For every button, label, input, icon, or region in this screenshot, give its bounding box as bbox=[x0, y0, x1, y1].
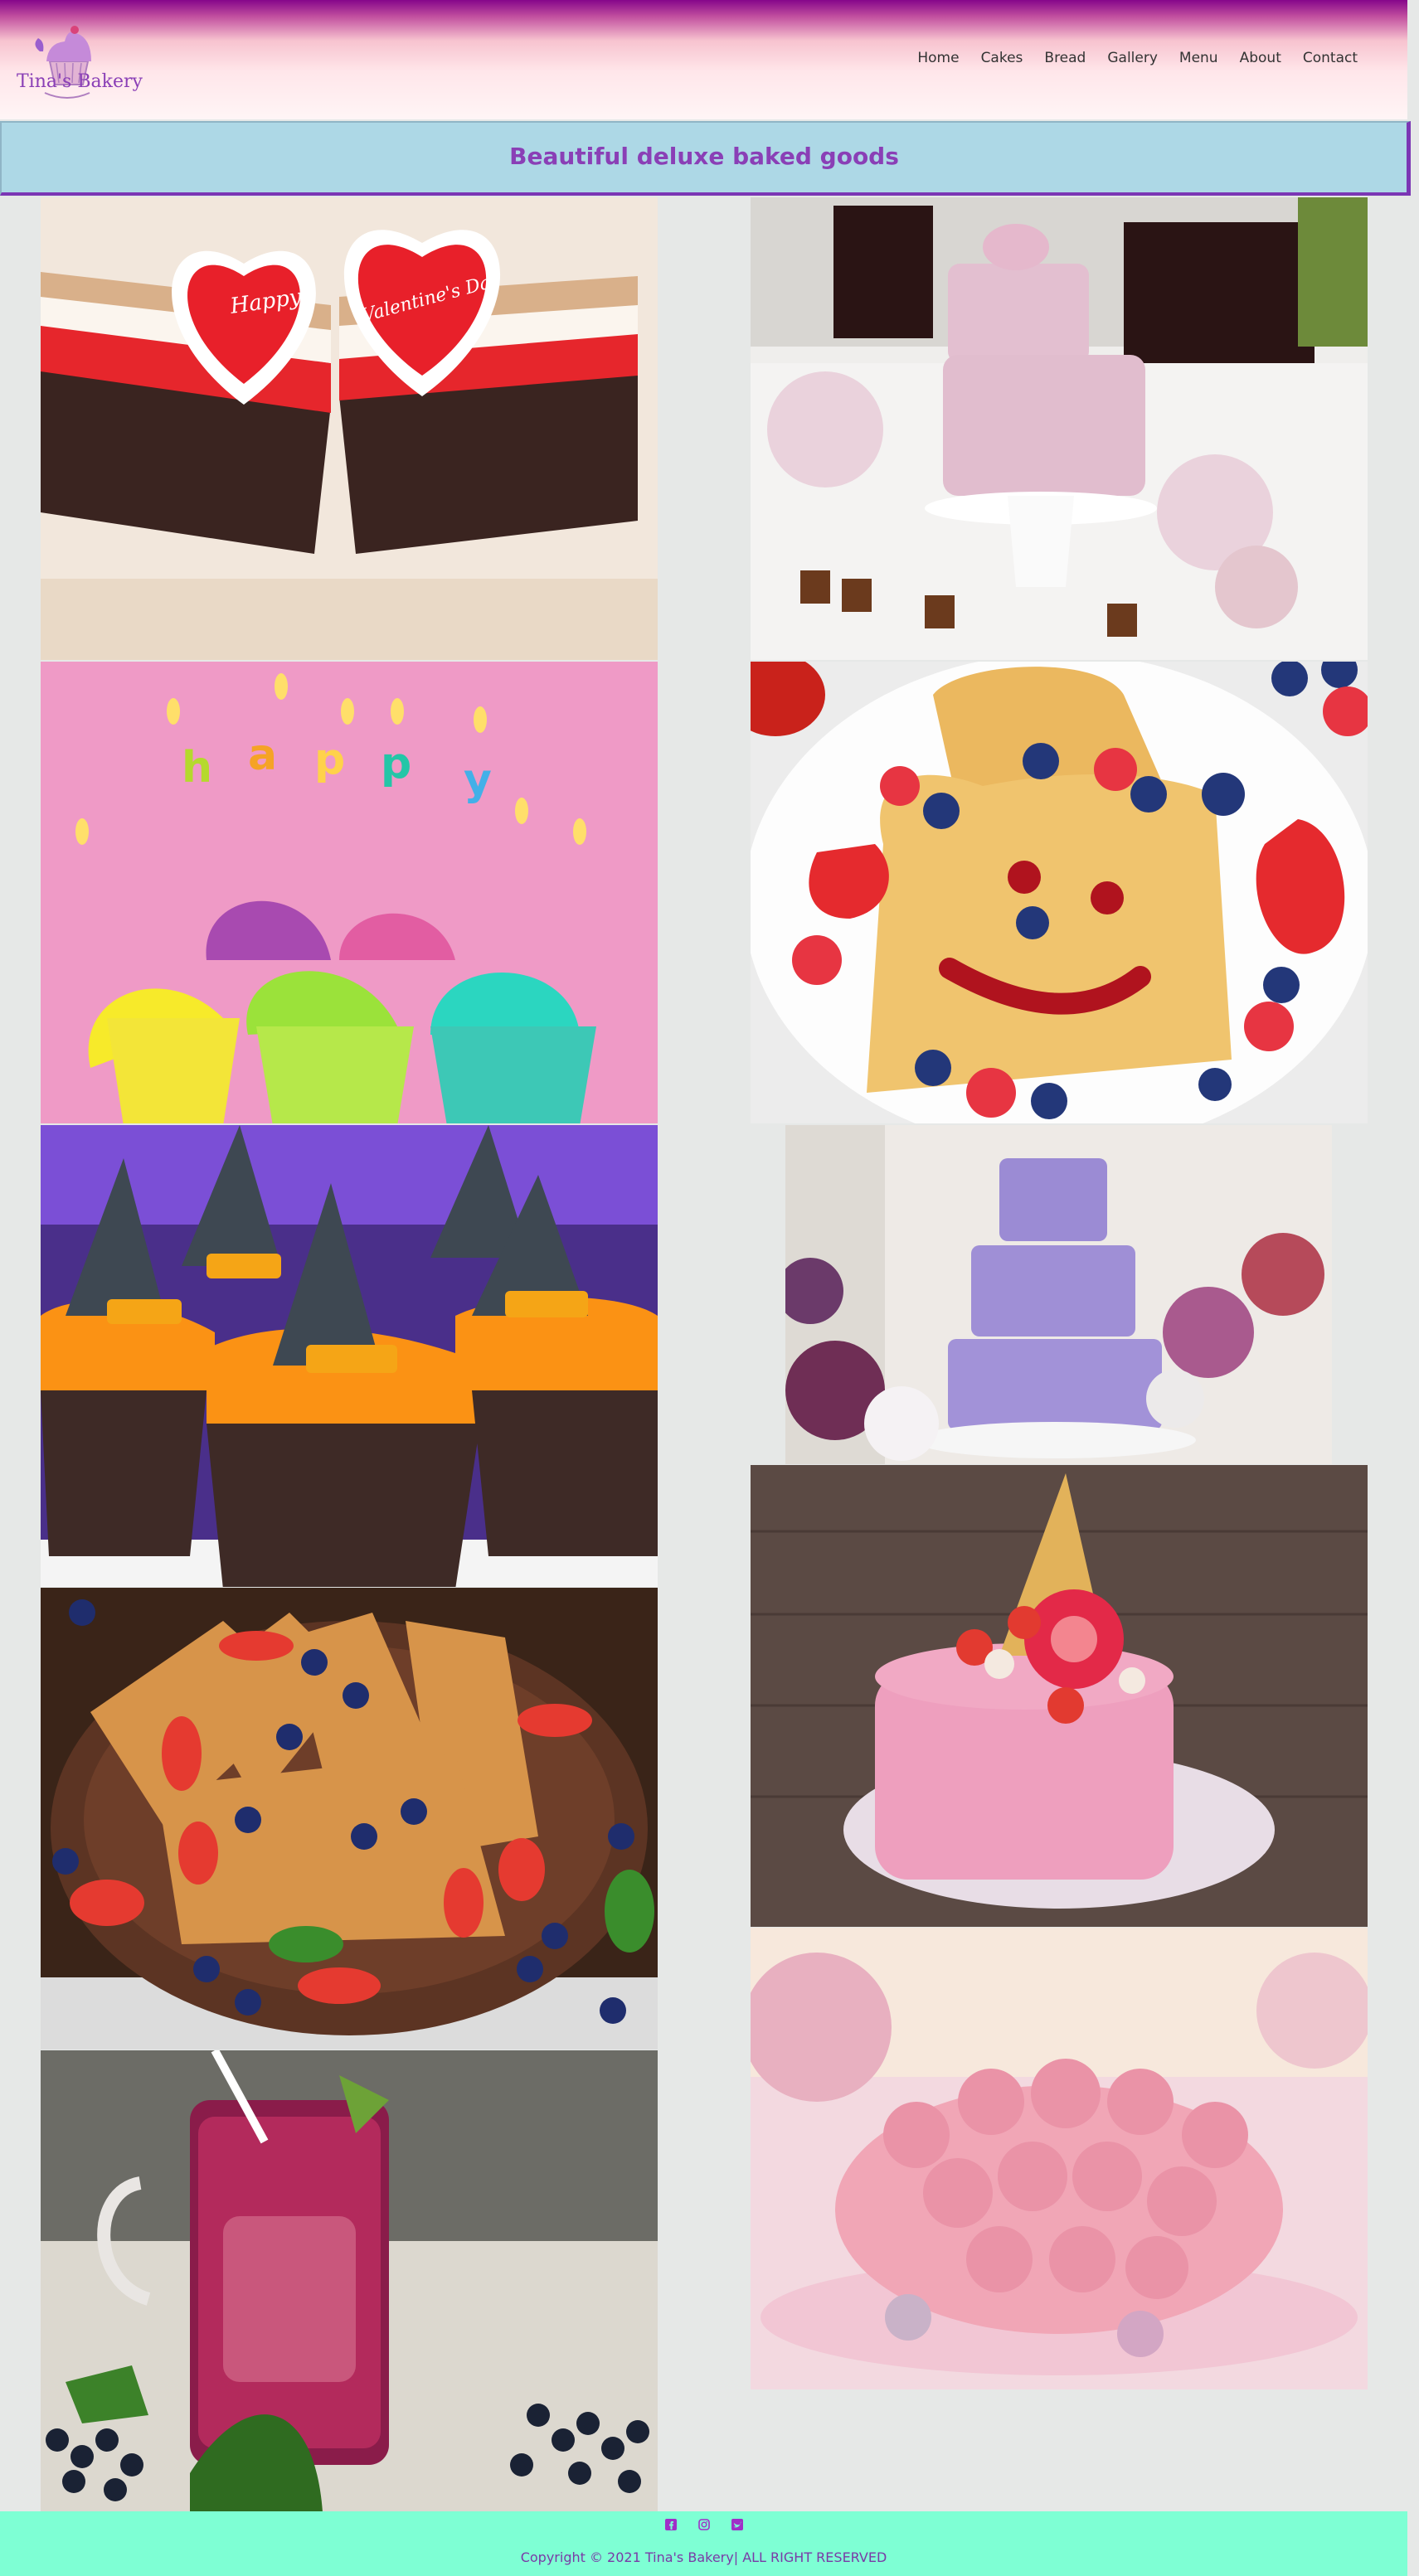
nav-home[interactable]: Home bbox=[917, 50, 959, 66]
copyright-text: Copyright © 2021 Tina's Bakery| ALL RIGH… bbox=[520, 2549, 887, 2565]
nav-gallery[interactable]: Gallery bbox=[1107, 50, 1158, 66]
nav-about[interactable]: About bbox=[1240, 50, 1281, 66]
page-banner: Beautiful deluxe baked goods bbox=[0, 121, 1411, 196]
pink-ice-cream-cake-image[interactable] bbox=[751, 1465, 1368, 1927]
social-links bbox=[0, 2518, 1407, 2530]
main-nav: Home Cakes Bread Gallery Menu About Cont… bbox=[917, 50, 1358, 66]
berry-smoothie-jar-image[interactable] bbox=[41, 2050, 658, 2512]
svg-text:p: p bbox=[381, 739, 411, 788]
bakery-logo[interactable] bbox=[15, 13, 119, 106]
brand-name: Tina's Bakery bbox=[17, 71, 143, 92]
nav-bread[interactable]: Bread bbox=[1044, 50, 1086, 66]
svg-text:a: a bbox=[248, 730, 277, 780]
pink-wedding-cake-table-image[interactable] bbox=[751, 197, 1368, 660]
happy-birthday-cupcakes-image[interactable]: ha pp y bbox=[41, 662, 658, 1123]
cupcake-logo-icon bbox=[35, 26, 91, 99]
site-footer: Copyright © 2021 Tina's Bakery| ALL RIGH… bbox=[0, 2511, 1407, 2576]
smiley-toast-berries-image[interactable] bbox=[751, 662, 1368, 1123]
nav-cakes[interactable]: Cakes bbox=[981, 50, 1023, 66]
halloween-witch-cupcakes-image[interactable] bbox=[41, 1125, 658, 1587]
twitter-icon[interactable] bbox=[731, 2518, 743, 2530]
nav-contact[interactable]: Contact bbox=[1303, 50, 1358, 66]
site-header: Tina's Bakery Home Cakes Bread Gallery M… bbox=[0, 0, 1407, 119]
lavender-tiered-cake-image[interactable] bbox=[785, 1125, 1332, 1464]
pink-rose-cake-image[interactable] bbox=[751, 1928, 1368, 2389]
svg-text:h: h bbox=[182, 743, 212, 793]
instagram-icon[interactable] bbox=[697, 2518, 710, 2530]
svg-text:p: p bbox=[314, 735, 345, 784]
svg-text:y: y bbox=[464, 755, 492, 805]
facebook-icon[interactable] bbox=[664, 2518, 677, 2530]
page-title: Beautiful deluxe baked goods bbox=[509, 143, 899, 170]
nav-menu[interactable]: Menu bbox=[1179, 50, 1218, 66]
valentine-cake-bars-image[interactable]: Happy Valentine's Day bbox=[41, 197, 658, 660]
crepes-berries-image[interactable] bbox=[41, 1588, 658, 2050]
